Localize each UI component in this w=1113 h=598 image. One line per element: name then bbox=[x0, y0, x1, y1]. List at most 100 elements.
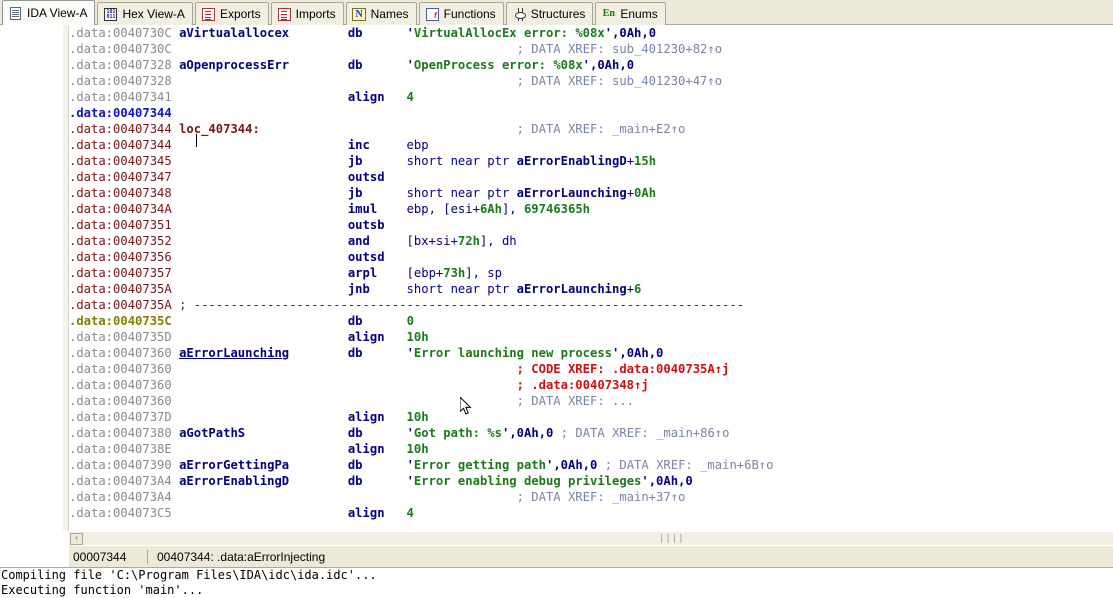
disassembly-line[interactable]: .data:0040730C ; DATA XREF: sub_401230+8… bbox=[69, 41, 1113, 57]
data-label[interactable]: aVirtualallocex bbox=[179, 26, 289, 40]
instruction-mnemonic[interactable]: outsd bbox=[348, 250, 385, 264]
line-address[interactable]: .data:00407380 bbox=[69, 426, 172, 440]
line-address[interactable]: .data:0040734A bbox=[69, 202, 172, 216]
line-address[interactable]: .data:00407344 bbox=[69, 106, 172, 120]
line-address[interactable]: .data:00407352 bbox=[69, 234, 172, 248]
line-address[interactable]: .data:00407390 bbox=[69, 458, 172, 472]
disassembly-line[interactable]: .data:0040734A imul ebp, [esi+6Ah], 6974… bbox=[69, 201, 1113, 217]
disassembly-line[interactable]: .data:00407352 and [bx+si+72h], dh bbox=[69, 233, 1113, 249]
instruction-mnemonic[interactable]: arpl bbox=[348, 266, 377, 280]
tab-names[interactable]: NNames bbox=[346, 2, 417, 25]
disassembly-line[interactable]: .data:00407360 ; DATA XREF: ... bbox=[69, 393, 1113, 409]
disassembly-line[interactable]: .data:0040735A jnb short near ptr aError… bbox=[69, 281, 1113, 297]
data-label[interactable]: aGotPathS bbox=[179, 426, 245, 440]
tab-functions[interactable]: fFunctions bbox=[419, 2, 504, 25]
instruction-mnemonic[interactable]: align bbox=[348, 442, 385, 456]
horizontal-scrollbar[interactable]: ‹ |||| bbox=[69, 531, 1113, 545]
tab-hex-view-a[interactable]: 101011Hex View-A bbox=[97, 2, 192, 25]
line-address[interactable]: .data:004073A4 bbox=[69, 490, 172, 504]
disassembly-line[interactable]: .data:0040738E align 10h bbox=[69, 441, 1113, 457]
disassembly-line[interactable]: .data:004073A4 ; DATA XREF: _main+37↑o bbox=[69, 489, 1113, 505]
instruction-mnemonic[interactable]: db bbox=[348, 26, 363, 40]
disassembly-line[interactable]: .data:00407328 aOpenprocessErr db 'OpenP… bbox=[69, 57, 1113, 73]
disassembly-line[interactable]: .data:00407344 loc_407344: ; DATA XREF: … bbox=[69, 121, 1113, 137]
instruction-mnemonic[interactable]: and bbox=[348, 234, 370, 248]
disassembly-line[interactable]: .data:00407360 aErrorLaunching db 'Error… bbox=[69, 345, 1113, 361]
splitter-grip-icon[interactable]: |||| bbox=[659, 535, 671, 543]
instruction-mnemonic[interactable]: align bbox=[348, 506, 385, 520]
tab-ida-view-a[interactable]: IDA View-A bbox=[2, 0, 95, 25]
disassembly-line[interactable]: .data:00407351 outsb bbox=[69, 217, 1113, 233]
line-address[interactable]: .data:00407351 bbox=[69, 218, 172, 232]
line-address[interactable]: .data:00407360 bbox=[69, 394, 172, 408]
instruction-mnemonic[interactable]: outsd bbox=[348, 170, 385, 184]
tab-imports[interactable]: Imports bbox=[271, 2, 344, 25]
disassembly-line[interactable]: .data:00407345 jb short near ptr aErrorE… bbox=[69, 153, 1113, 169]
output-window[interactable]: Compiling file 'C:\Program Files\IDA\idc… bbox=[0, 567, 1113, 598]
instruction-mnemonic[interactable]: align bbox=[348, 410, 385, 424]
instruction-mnemonic[interactable]: db bbox=[348, 314, 363, 328]
disassembly-view[interactable]: .data:0040730C aVirtualallocex db 'Virtu… bbox=[0, 25, 1113, 531]
line-address[interactable]: .data:00407360 bbox=[69, 362, 172, 376]
instruction-mnemonic[interactable]: inc bbox=[348, 138, 370, 152]
line-address[interactable]: .data:00407341 bbox=[69, 90, 172, 104]
disassembly-line[interactable]: .data:0040737D align 10h bbox=[69, 409, 1113, 425]
line-address[interactable]: .data:004073A4 bbox=[69, 474, 172, 488]
line-address[interactable]: .data:00407344 bbox=[69, 138, 172, 152]
instruction-mnemonic[interactable]: outsb bbox=[348, 218, 385, 232]
data-label[interactable]: aErrorEnablingD bbox=[179, 474, 289, 488]
disassembly-line[interactable]: .data:00407356 outsd bbox=[69, 249, 1113, 265]
line-address[interactable]: .data:0040738E bbox=[69, 442, 172, 456]
instruction-mnemonic[interactable]: align bbox=[348, 330, 385, 344]
scroll-left-button[interactable]: ‹ bbox=[70, 533, 83, 545]
tab-structures[interactable]: Structures bbox=[506, 2, 594, 25]
instruction-mnemonic[interactable]: db bbox=[348, 426, 363, 440]
instruction-mnemonic[interactable]: jb bbox=[348, 154, 363, 168]
disassembly-line[interactable]: .data:00407380 aGotPathS db 'Got path: %… bbox=[69, 425, 1113, 441]
line-address[interactable]: .data:00407356 bbox=[69, 250, 172, 264]
data-label[interactable]: aErrorLaunching bbox=[179, 346, 289, 360]
instruction-mnemonic[interactable]: db bbox=[348, 346, 363, 360]
disassembly-line[interactable]: .data:00407344 inc ebp bbox=[69, 137, 1113, 153]
line-address[interactable]: .data:0040735A bbox=[69, 298, 172, 312]
line-address[interactable]: .data:00407347 bbox=[69, 170, 172, 184]
line-address[interactable]: .data:00407348 bbox=[69, 186, 172, 200]
line-address[interactable]: .data:004073C5 bbox=[69, 506, 172, 520]
instruction-mnemonic[interactable]: db bbox=[348, 58, 363, 72]
line-address[interactable]: .data:00407360 bbox=[69, 346, 172, 360]
data-label[interactable]: aErrorGettingPa bbox=[179, 458, 289, 472]
disassembly-line[interactable]: .data:00407341 align 4 bbox=[69, 89, 1113, 105]
instruction-mnemonic[interactable]: jnb bbox=[348, 282, 370, 296]
line-address[interactable]: .data:00407345 bbox=[69, 154, 172, 168]
instruction-mnemonic[interactable]: imul bbox=[348, 202, 377, 216]
instruction-mnemonic[interactable]: db bbox=[348, 474, 363, 488]
line-address[interactable]: .data:0040735A bbox=[69, 282, 172, 296]
disassembly-line[interactable]: .data:004073A4 aErrorEnablingD db 'Error… bbox=[69, 473, 1113, 489]
line-address[interactable]: .data:0040730C bbox=[69, 42, 172, 56]
disassembly-line[interactable]: .data:00407347 outsd bbox=[69, 169, 1113, 185]
instruction-mnemonic[interactable]: jb bbox=[348, 186, 363, 200]
line-address[interactable]: .data:00407344 bbox=[69, 122, 172, 136]
data-label[interactable]: aOpenprocessErr bbox=[179, 58, 289, 72]
line-address[interactable]: .data:0040730C bbox=[69, 26, 172, 40]
disassembly-line[interactable]: .data:0040735D align 10h bbox=[69, 329, 1113, 345]
line-address[interactable]: .data:00407357 bbox=[69, 266, 172, 280]
disassembly-lines[interactable]: .data:0040730C aVirtualallocex db 'Virtu… bbox=[69, 25, 1113, 521]
disassembly-line[interactable]: .data:004073C5 align 4 bbox=[69, 505, 1113, 521]
disassembly-line[interactable]: .data:00407357 arpl [ebp+73h], sp bbox=[69, 265, 1113, 281]
disassembly-line[interactable]: .data:0040730C aVirtualallocex db 'Virtu… bbox=[69, 25, 1113, 41]
tab-enums[interactable]: EnEnums bbox=[595, 2, 665, 25]
line-address[interactable]: .data:00407360 bbox=[69, 378, 172, 392]
tab-exports[interactable]: Exports bbox=[195, 2, 269, 25]
instruction-mnemonic[interactable]: db bbox=[348, 458, 363, 472]
line-address[interactable]: .data:00407328 bbox=[69, 74, 172, 88]
line-address[interactable]: .data:0040735D bbox=[69, 330, 172, 344]
instruction-mnemonic[interactable]: align bbox=[348, 90, 385, 104]
disassembly-line[interactable]: .data:00407348 jb short near ptr aErrorL… bbox=[69, 185, 1113, 201]
disassembly-line[interactable]: .data:00407390 aErrorGettingPa db 'Error… bbox=[69, 457, 1113, 473]
disassembly-line[interactable]: .data:00407328 ; DATA XREF: sub_401230+4… bbox=[69, 73, 1113, 89]
disassembly-line[interactable]: .data:0040735A ; -----------------------… bbox=[69, 297, 1113, 313]
disassembly-line[interactable]: .data:00407360 ; .data:00407348↑j bbox=[69, 377, 1113, 393]
code-label[interactable]: loc_407344: bbox=[179, 122, 260, 136]
line-address[interactable]: .data:00407328 bbox=[69, 58, 172, 72]
